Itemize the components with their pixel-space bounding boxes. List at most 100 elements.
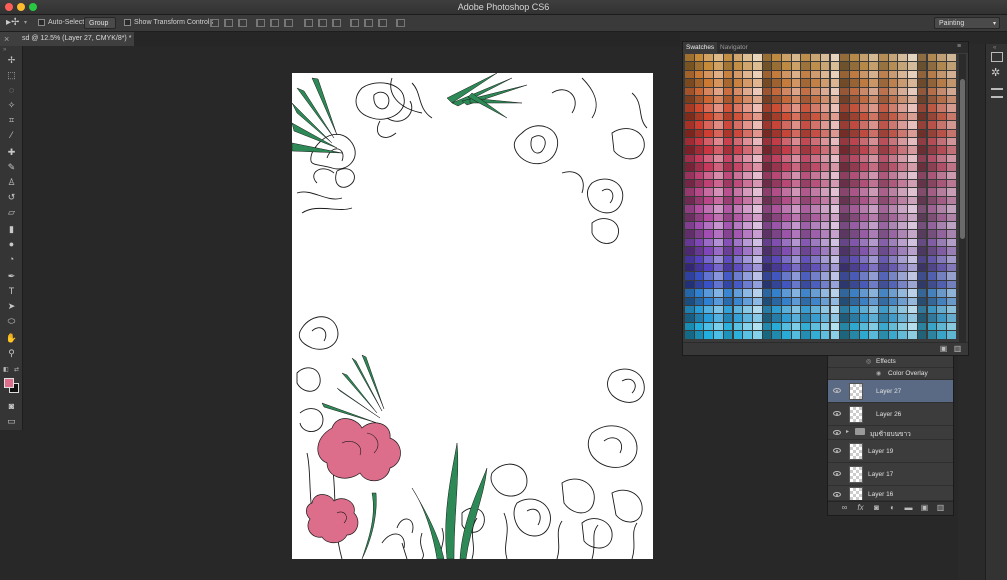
swatch[interactable] [782, 138, 791, 146]
swatch[interactable] [743, 238, 752, 247]
swatch[interactable] [859, 121, 869, 129]
swatch[interactable] [723, 289, 733, 297]
hand-tool-icon[interactable]: ✋ [5, 332, 18, 344]
swatch[interactable] [714, 70, 723, 79]
swatch[interactable] [937, 205, 946, 213]
swatch[interactable] [791, 171, 801, 179]
swatch[interactable] [927, 196, 937, 205]
swatch[interactable] [743, 180, 752, 188]
chevron-down-icon[interactable]: ▾ [24, 19, 27, 26]
swatch[interactable] [879, 62, 888, 70]
swatch[interactable] [752, 188, 762, 196]
swatch[interactable] [859, 79, 869, 87]
swatch[interactable] [937, 146, 946, 154]
swatch[interactable] [723, 79, 733, 87]
swatch[interactable] [772, 306, 781, 314]
swatch[interactable] [849, 87, 859, 95]
swatch[interactable] [879, 205, 888, 213]
swatch[interactable] [782, 180, 791, 188]
swatch[interactable] [859, 180, 869, 188]
type-tool-icon[interactable]: T [5, 285, 18, 297]
swatch[interactable] [791, 322, 801, 331]
swatch[interactable] [898, 87, 908, 95]
swatch[interactable] [869, 255, 878, 263]
swatch[interactable] [849, 96, 859, 104]
swatch[interactable] [908, 87, 917, 95]
swatch[interactable] [879, 331, 888, 339]
delete-layer-icon[interactable]: ▥ [936, 504, 945, 512]
swatch[interactable] [830, 138, 840, 146]
swatch[interactable] [782, 104, 791, 112]
swatch[interactable] [801, 272, 811, 280]
swatch[interactable] [888, 213, 898, 221]
swatch[interactable] [685, 322, 694, 331]
swatch[interactable] [946, 54, 956, 62]
swatch[interactable] [723, 322, 733, 331]
swatch[interactable] [879, 280, 888, 289]
swatch[interactable] [879, 54, 888, 62]
swatch[interactable] [685, 280, 694, 289]
swatch[interactable] [830, 280, 840, 289]
swatch[interactable] [917, 163, 927, 171]
swatch[interactable] [752, 331, 762, 339]
swatch[interactable] [772, 112, 781, 121]
swatch[interactable] [898, 154, 908, 163]
swatch[interactable] [898, 238, 908, 247]
swatch[interactable] [762, 188, 772, 196]
swatch[interactable] [917, 121, 927, 129]
swatch[interactable] [762, 112, 772, 121]
swatch[interactable] [937, 171, 946, 179]
workspace-dropdown[interactable]: Painting ▾ [934, 17, 1000, 29]
align-hcenter-icon[interactable] [270, 19, 279, 27]
swatch[interactable] [704, 154, 714, 163]
swatch[interactable] [723, 205, 733, 213]
swatch[interactable] [752, 213, 762, 221]
swatch[interactable] [743, 104, 752, 112]
swatch[interactable] [772, 272, 781, 280]
swatch[interactable] [752, 138, 762, 146]
swatch[interactable] [772, 79, 781, 87]
swatch[interactable] [859, 96, 869, 104]
swatch[interactable] [869, 314, 878, 322]
swatch[interactable] [743, 188, 752, 196]
swatch[interactable] [869, 62, 878, 70]
collapse-panel-icon[interactable]: » [3, 47, 6, 53]
swatch[interactable] [685, 297, 694, 305]
swatch[interactable] [937, 280, 946, 289]
swatch[interactable] [694, 196, 704, 205]
swatch[interactable] [830, 255, 840, 263]
collapse-dock-icon[interactable]: « [993, 45, 996, 51]
swatch[interactable] [714, 255, 723, 263]
swatch[interactable] [820, 306, 830, 314]
swatch[interactable] [908, 230, 917, 238]
swatch[interactable] [723, 188, 733, 196]
swatch[interactable] [723, 171, 733, 179]
screen-mode-icon[interactable]: ▭ [5, 415, 18, 427]
swatch[interactable] [685, 289, 694, 297]
swatch[interactable] [898, 146, 908, 154]
swatch[interactable] [723, 238, 733, 247]
swatch[interactable] [927, 188, 937, 196]
swatch[interactable] [685, 238, 694, 247]
swatch[interactable] [840, 196, 849, 205]
swatch[interactable] [782, 121, 791, 129]
swatch[interactable] [840, 222, 849, 230]
swatch[interactable] [723, 222, 733, 230]
swatch[interactable] [801, 264, 811, 272]
swatch[interactable] [811, 104, 820, 112]
swatch[interactable] [791, 222, 801, 230]
swatch[interactable] [791, 230, 801, 238]
swatch[interactable] [898, 289, 908, 297]
distribute-right-icon[interactable] [378, 19, 387, 27]
clone-stamp-tool-icon[interactable]: ♙ [5, 176, 18, 188]
swatch[interactable] [879, 188, 888, 196]
swatch[interactable] [937, 238, 946, 247]
swatch[interactable] [772, 205, 781, 213]
swatch[interactable] [733, 87, 743, 95]
healing-brush-tool-icon[interactable]: ✚ [5, 146, 18, 158]
swatch[interactable] [694, 146, 704, 154]
swatch[interactable] [849, 138, 859, 146]
swatch[interactable] [743, 196, 752, 205]
expand-triangle-icon[interactable]: ▸ [846, 428, 849, 435]
swatch[interactable] [917, 188, 927, 196]
